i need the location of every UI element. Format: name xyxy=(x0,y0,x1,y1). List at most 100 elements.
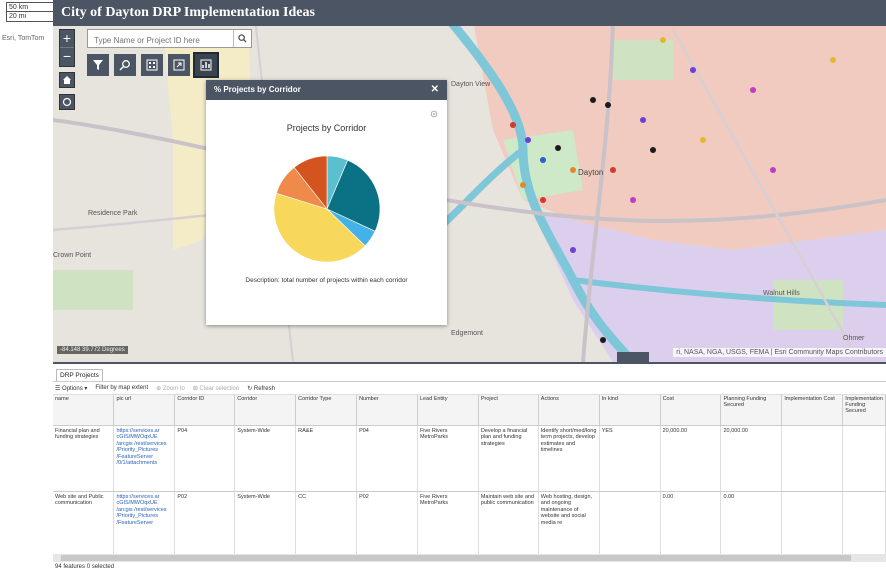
map-attribution: ri, NASA, NGA, USGS, FEMA | Esri Communi… xyxy=(673,348,886,357)
pie-chart xyxy=(273,155,381,263)
cell xyxy=(781,425,844,492)
chart-title: Projects by Corridor xyxy=(286,123,367,133)
zoom-in-button[interactable]: + xyxy=(60,30,74,48)
scale-km: 50 km xyxy=(6,2,54,12)
col-header[interactable]: Implementation Funding Secured xyxy=(842,395,886,426)
home-button[interactable] xyxy=(59,72,75,88)
cell: P04 xyxy=(356,425,418,492)
cell: 0.00 xyxy=(720,491,783,558)
search-map-button[interactable] xyxy=(114,54,136,76)
search-icon xyxy=(238,34,247,43)
export-icon xyxy=(173,59,185,71)
chart-button[interactable] xyxy=(141,54,163,76)
attribution-small: Esri, TomTom xyxy=(2,35,45,42)
chart-panel: % Projects by Corridor ✕ Projects by Cor… xyxy=(206,80,447,325)
chart-panel-title: % Projects by Corridor xyxy=(214,85,301,94)
table-toolbar: ☰ Options ▾ Filter by map extent ⊕ Zoom … xyxy=(53,382,886,395)
tab-drp-projects[interactable]: DRP Projects xyxy=(56,369,103,381)
map-label-walnut-hills: Walnut Hills xyxy=(763,290,800,297)
cell xyxy=(599,491,661,558)
cell: System-Wide xyxy=(234,425,297,492)
cell: Five Rivers MetroParks xyxy=(417,491,479,558)
close-button[interactable]: ✕ xyxy=(431,80,439,100)
cell: CC xyxy=(295,491,358,558)
scale-bar: 50 km 20 mi xyxy=(6,2,54,22)
table-row[interactable]: Financial plan and funding strategies ht… xyxy=(53,425,886,492)
locate-button[interactable] xyxy=(59,94,75,110)
col-header[interactable]: Number xyxy=(356,395,418,426)
chart-icon xyxy=(146,59,158,71)
search-box xyxy=(87,29,252,49)
attribute-table: DRP Projects ☰ Options ▾ Filter by map e… xyxy=(53,362,886,573)
chart-active-button[interactable] xyxy=(193,52,219,78)
table-status: 94 features 0 selected xyxy=(55,564,115,570)
chart-description: Description: total number of projects wi… xyxy=(245,277,408,284)
map-label-residence-park: Residence Park xyxy=(88,210,138,217)
cell: P02 xyxy=(356,491,418,558)
zoom-to-button[interactable]: ⊕ Zoom to xyxy=(156,385,185,392)
cell: Web site and Public communication xyxy=(53,491,115,558)
col-header[interactable]: Corridor ID xyxy=(174,395,236,426)
cell-link[interactable]: https://services.ar cGIS/MWOqxUE /arcgis… xyxy=(113,425,176,492)
col-header[interactable]: pic url xyxy=(113,395,176,426)
col-header[interactable]: Cost xyxy=(660,395,722,426)
map-label-dayton-view: Dayton View xyxy=(451,81,491,88)
col-header[interactable]: Planning Funding Secured xyxy=(720,395,783,426)
scrollbar-thumb[interactable] xyxy=(61,555,851,561)
col-header[interactable]: Corridor Type xyxy=(295,395,358,426)
horizontal-scrollbar[interactable] xyxy=(53,554,886,562)
col-header[interactable]: Actions xyxy=(538,395,600,426)
chart-panel-header: % Projects by Corridor ✕ xyxy=(206,80,447,100)
cell: 20,000.00 xyxy=(660,425,722,492)
home-icon xyxy=(63,76,71,84)
cell: 20,000.00 xyxy=(720,425,783,492)
search-input[interactable] xyxy=(88,32,232,49)
cell: YES xyxy=(599,425,661,492)
export-button[interactable] xyxy=(168,54,190,76)
col-header[interactable]: Implementation Cost xyxy=(781,395,844,426)
options-menu[interactable]: ☰ Options ▾ xyxy=(55,385,87,392)
filter-by-extent[interactable]: Filter by map extent xyxy=(95,385,148,391)
cell: Develop a financial plan and funding str… xyxy=(478,425,539,492)
col-header[interactable]: Corridor xyxy=(234,395,297,426)
app-title: City of Dayton DRP Implementation Ideas xyxy=(53,0,886,26)
search-button[interactable] xyxy=(233,30,251,47)
zoom-control: + − xyxy=(59,29,75,67)
scale-mi: 20 mi xyxy=(6,12,54,22)
col-header[interactable]: name xyxy=(53,395,115,426)
cell: P04 xyxy=(174,425,236,492)
map-toolbar xyxy=(87,52,219,78)
cell-link[interactable]: https://services.ar cGIS/MWOqxUE /arcgis… xyxy=(113,491,176,558)
cell: Five Rivers MetroParks xyxy=(417,425,479,492)
zoom-out-button[interactable]: − xyxy=(60,48,74,66)
filter-icon xyxy=(93,60,103,70)
map-label-dayton: Dayton xyxy=(578,168,603,177)
map-label-edgemont: Edgemont xyxy=(451,330,483,337)
cell: RA&E xyxy=(295,425,358,492)
cell xyxy=(842,425,886,492)
table-row[interactable]: Web site and Public communication https:… xyxy=(53,491,886,558)
table-header-row: name pic url Corridor ID Corridor Corrid… xyxy=(53,395,886,426)
refresh-button[interactable]: ↻ Refresh xyxy=(247,385,275,392)
col-header[interactable]: Lead Entity xyxy=(417,395,479,426)
cell: Maintain web site and public communicati… xyxy=(478,491,539,558)
cell: Identify short/med/long term projects, d… xyxy=(538,425,600,492)
coordinates-readout: -84.148 39.772 Degrees xyxy=(57,346,128,354)
gear-icon[interactable] xyxy=(430,110,438,118)
cell: Financial plan and funding strategies xyxy=(53,425,115,492)
col-header[interactable]: Project xyxy=(478,395,539,426)
chart-active-icon xyxy=(200,59,212,71)
cell: System-Wide xyxy=(234,491,297,558)
cell: Web hosting, design, and ongoing mainten… xyxy=(538,491,600,558)
map-label-crown-point: Crown Point xyxy=(53,252,91,259)
collapse-table-toggle[interactable] xyxy=(617,352,649,362)
search-map-icon xyxy=(119,60,130,71)
col-header[interactable]: In kind xyxy=(599,395,661,426)
cell xyxy=(781,491,844,558)
data-table: name pic url Corridor ID Corridor Corrid… xyxy=(53,395,886,558)
cell: P02 xyxy=(174,491,236,558)
clear-selection-button[interactable]: ⊠ Clear selection xyxy=(193,385,239,392)
filter-button[interactable] xyxy=(87,54,109,76)
cell xyxy=(842,491,886,558)
table-tabstrip: DRP Projects xyxy=(53,364,886,382)
